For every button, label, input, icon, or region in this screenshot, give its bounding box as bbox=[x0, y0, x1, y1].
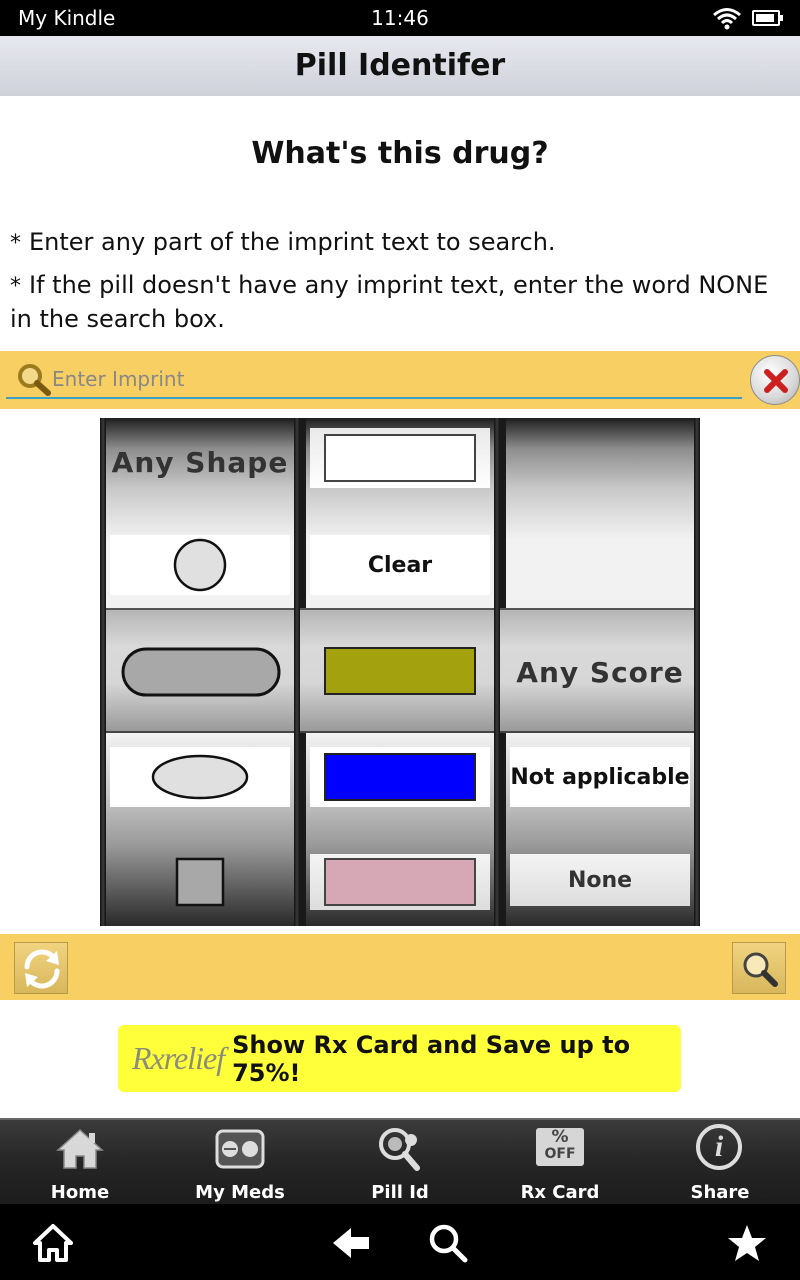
system-nav-bar bbox=[0, 1204, 800, 1280]
refresh-icon bbox=[24, 949, 60, 989]
tab-my-meds[interactable]: My Meds bbox=[160, 1120, 320, 1206]
section-heading: What's this drug? bbox=[251, 136, 549, 171]
wheel-separator bbox=[494, 418, 500, 926]
home-icon[interactable] bbox=[32, 1222, 74, 1264]
tab-home[interactable]: Home bbox=[0, 1120, 160, 1206]
oval-pill-icon bbox=[151, 754, 249, 800]
color-option-white[interactable] bbox=[310, 428, 490, 488]
tab-label: Share bbox=[690, 1182, 750, 1203]
home-icon bbox=[56, 1128, 104, 1169]
star-icon[interactable] bbox=[726, 1222, 768, 1264]
color-option-pink[interactable] bbox=[310, 854, 490, 910]
bottom-tab-bar: Home My Meds Pill Id % OFF Rx Card i Sha… bbox=[0, 1118, 800, 1204]
wifi-icon bbox=[713, 8, 741, 30]
wheel-separator bbox=[100, 418, 106, 926]
instruction-item: * If the pill doesn't have any imprint te… bbox=[10, 269, 795, 335]
shape-option-any[interactable]: Any Shape bbox=[110, 438, 290, 486]
off-glyph: OFF bbox=[544, 1146, 576, 1162]
tab-share[interactable]: i Share bbox=[640, 1120, 800, 1206]
pill-box-icon bbox=[215, 1129, 265, 1169]
tab-label: Pill Id bbox=[371, 1182, 429, 1203]
score-option-not-applicable[interactable]: Not applicable bbox=[510, 747, 690, 807]
back-icon[interactable] bbox=[331, 1222, 373, 1264]
color-swatch-olive bbox=[324, 647, 476, 695]
imprint-search-bar bbox=[0, 351, 800, 409]
percent-glyph: % bbox=[551, 1127, 569, 1147]
instruction-text: Enter any part of the imprint text to se… bbox=[29, 228, 556, 256]
wheel-separator bbox=[294, 418, 300, 926]
shape-option-oval[interactable] bbox=[110, 747, 290, 807]
tab-label: My Meds bbox=[195, 1182, 285, 1203]
magnifier-icon bbox=[18, 364, 51, 396]
square-pill-icon bbox=[175, 857, 225, 907]
pill-search-icon bbox=[379, 1128, 420, 1171]
input-underline bbox=[6, 397, 54, 399]
imprint-search-input[interactable] bbox=[52, 361, 742, 399]
promo-text: Show Rx Card and Save up to 75%! bbox=[232, 1030, 631, 1087]
color-option-olive[interactable] bbox=[310, 641, 490, 701]
search-icon[interactable] bbox=[427, 1222, 469, 1264]
score-option-any[interactable]: Any Score bbox=[510, 646, 690, 698]
color-swatch-white bbox=[324, 434, 476, 482]
bullet: * bbox=[10, 231, 21, 256]
status-bar: My Kindle 11:46 bbox=[0, 0, 800, 36]
battery-icon bbox=[752, 10, 783, 26]
color-option-blue[interactable] bbox=[310, 747, 490, 807]
color-option-clear[interactable]: Clear bbox=[310, 535, 490, 595]
shape-option-capsule[interactable] bbox=[110, 638, 290, 704]
clock: 11:46 bbox=[371, 6, 429, 30]
rx-card-promo-button[interactable]: Rxrelief Show Rx Card and Save up to 75%… bbox=[118, 1025, 681, 1092]
color-swatch-blue bbox=[324, 753, 476, 801]
close-icon bbox=[764, 369, 788, 393]
search-pills-button[interactable] bbox=[732, 942, 786, 994]
magnifier-icon bbox=[743, 952, 778, 987]
capsule-pill-icon bbox=[121, 647, 281, 697]
color-swatch-pink bbox=[324, 858, 476, 906]
instruction-item: * Enter any part of the imprint text to s… bbox=[10, 226, 795, 260]
tab-label: Home bbox=[50, 1182, 110, 1203]
tab-rx-card[interactable]: % OFF Rx Card bbox=[480, 1120, 640, 1206]
clear-search-button[interactable] bbox=[750, 355, 800, 405]
reset-button[interactable] bbox=[14, 942, 68, 994]
rxrelief-logo: Rxrelief bbox=[132, 1040, 225, 1076]
tab-pill-id[interactable]: Pill Id bbox=[320, 1120, 480, 1206]
tab-label: Rx Card bbox=[520, 1182, 600, 1203]
wheel-separator bbox=[694, 418, 700, 926]
percent-off-icon: % OFF bbox=[536, 1128, 584, 1166]
bullet: * bbox=[10, 274, 21, 299]
title-bar: Pill Identifer bbox=[0, 36, 800, 96]
score-option-none[interactable]: None bbox=[510, 854, 690, 906]
shape-option-round[interactable] bbox=[110, 535, 290, 595]
pill-attribute-picker: Any Shape Clear Any Score Not applicable bbox=[100, 418, 700, 926]
action-bar bbox=[0, 934, 800, 1000]
shape-option-square[interactable] bbox=[110, 854, 290, 910]
instructions: * Enter any part of the imprint text to s… bbox=[10, 226, 795, 344]
round-pill-icon bbox=[173, 538, 227, 592]
info-icon: i bbox=[696, 1124, 742, 1170]
instruction-text: If the pill doesn't have any imprint tex… bbox=[10, 271, 769, 333]
page-title: Pill Identifer bbox=[294, 48, 506, 83]
